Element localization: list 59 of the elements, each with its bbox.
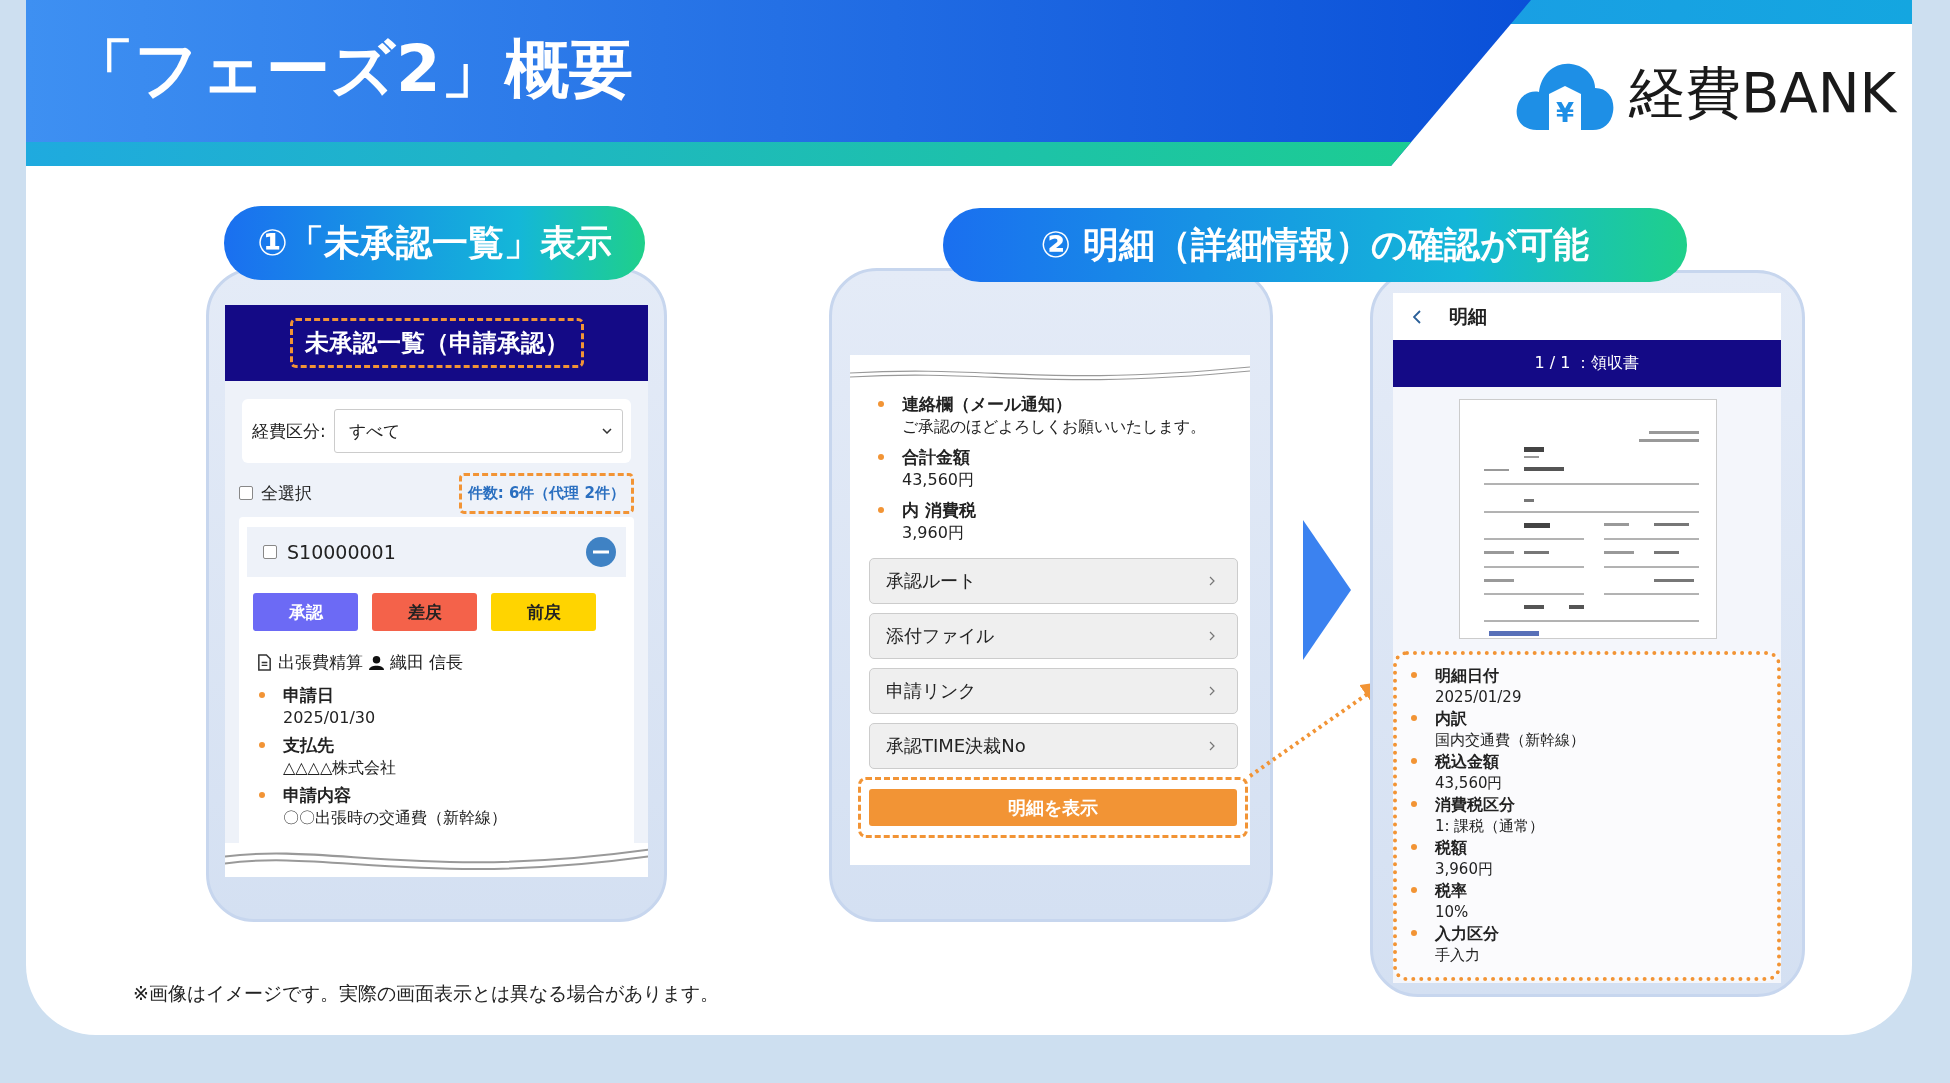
field-value: △△△△株式会社 [283,757,397,779]
menu-row[interactable]: 申請リンク [869,668,1238,714]
step-label: ①「未承認一覧」表示 [224,206,645,280]
action-button[interactable]: 前戻 [491,593,596,631]
filter-label: 経費区分: [252,419,326,443]
slide-title: 「フェーズ2」概要 [70,30,633,108]
checkbox[interactable] [263,545,277,559]
applicant-name: 織田 信長 [390,651,464,674]
field-value: 2025/01/30 [283,707,376,729]
field-label: 申請日 [283,684,335,707]
footnote: ※画像はイメージです。実際の画面表示とは異なる場合があります。 [133,981,719,1006]
field-label: 連絡欄（メール通知） [902,393,1073,416]
field-value: 〇〇出張時の交通費（新幹線） [283,807,507,829]
select-all-label: 全選択 [261,481,312,505]
field-value: 1: 課税（通常） [1435,816,1545,837]
chevron-icon [1209,741,1215,751]
person-icon [369,654,384,671]
chevron-icon [1209,576,1215,586]
screen-title: 未承認一覧（申請承認） [289,318,584,368]
caret-icon [602,428,612,434]
field-value: 2025/01/29 [1435,687,1522,708]
field-value: 43,560円 [902,469,974,491]
chevron-icon [1209,686,1215,696]
category-dropdown[interactable]: すべて [333,409,623,453]
field-value: 43,560円 [1435,773,1503,794]
field-label: 合計金額 [902,446,971,469]
field-label: 入力区分 [1435,923,1499,945]
field-value: 3,960円 [902,522,965,544]
request-id: S10000001 [287,541,396,563]
step-label: ② 明細（詳細情報）の確認が可能 [943,208,1687,282]
field-value: 3,960円 [1435,859,1493,880]
action-button[interactable]: 差戻 [372,593,477,631]
brand-name: 経費BANK [1629,59,1897,127]
field-label: 申請内容 [283,784,352,807]
field-value: 10% [1435,902,1469,923]
menu-row[interactable]: 添付ファイル [869,613,1238,659]
action-button[interactable]: 承認 [253,593,358,631]
menu-row[interactable]: 承認ルート [869,558,1238,604]
collapse-icon[interactable] [586,537,616,567]
checkbox[interactable] [239,486,253,500]
banner-text: 1 / 1 ：領収書 [1534,353,1640,374]
expense-type: 出張費精算 [278,651,363,674]
field-label: 内 消費税 [902,499,976,522]
field-value: ご承認のほどよろしくお願いいたします。 [902,416,1206,438]
field-label: 税込金額 [1435,751,1500,773]
back-icon[interactable] [1413,309,1421,324]
field-value: 国内交通費（新幹線） [1435,730,1585,751]
document-icon [257,654,272,671]
field-label: 税率 [1435,880,1468,902]
field-label: 税額 [1435,837,1468,859]
chevron-icon [1209,631,1215,641]
menu-row[interactable]: 承認TIME決裁No [869,723,1238,769]
field-label: 明細日付 [1435,665,1500,687]
screen-title: 明細 [1449,303,1487,329]
field-label: 支払先 [283,734,335,757]
field-value: 手入力 [1435,945,1481,966]
count-label: 件数: 6件（代理 2件） [458,472,634,514]
field-label: 消費税区分 [1435,794,1516,816]
field-label: 内訳 [1435,708,1468,730]
